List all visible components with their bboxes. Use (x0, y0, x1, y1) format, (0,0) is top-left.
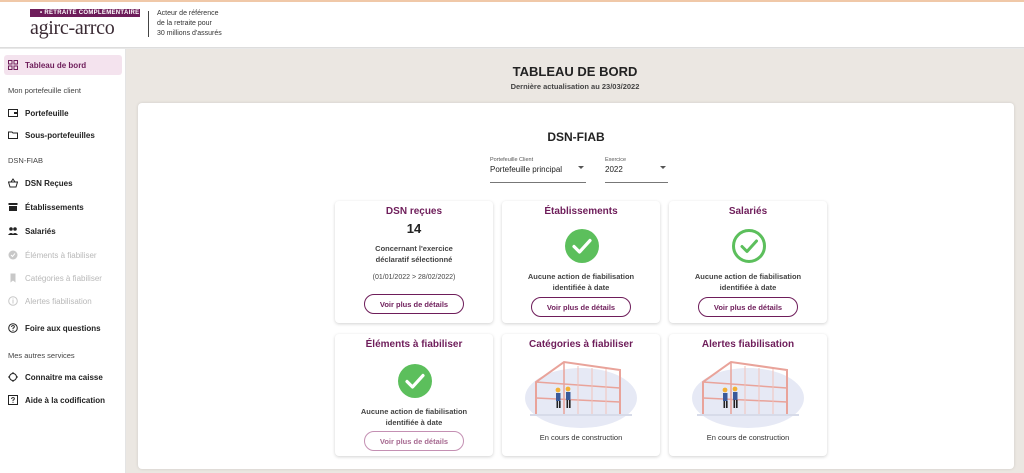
chevron-down-icon (660, 166, 666, 169)
dsn-count: 14 (406, 221, 422, 236)
year-select-label: Exercice (605, 157, 627, 163)
card-text: Aucune action de fiabilisation identifié… (683, 271, 813, 293)
establishments-details-button[interactable]: Voir plus de détails (531, 297, 631, 317)
sidebar-item-label: Éléments à fiabiliser (25, 250, 97, 260)
tagline: Acteur de référence de la retraite pour … (157, 9, 247, 39)
sidebar-item-alerts[interactable]: Alertes fiabilisation (4, 291, 122, 311)
wallet-icon (8, 109, 18, 117)
portfolio-select-value: Portefeuille principal (490, 165, 563, 174)
card-text-line-1: Aucune action de fiabilisation (694, 272, 802, 281)
sidebar-item-dsn-received[interactable]: DSN Reçues (4, 173, 122, 193)
sidebar-section-services: Mes autres services (8, 351, 75, 360)
card-title: Établissements (544, 206, 618, 217)
card-establishments: Établissements Aucune action de fiabilis… (502, 201, 660, 323)
sidebar-item-label: Catégories à fiabiliser (25, 273, 102, 283)
sidebar-item-label: DSN Reçues (25, 178, 73, 188)
dsn-fiab-panel: DSN-FIAB Portefeuille Client Portefeuill… (138, 103, 1014, 469)
sidebar-section-portfolio: Mon portefeuille client (8, 86, 81, 95)
card-text-line-2: déclaratif sélectionné (375, 255, 453, 264)
card-title: DSN reçues (385, 206, 443, 217)
construction-illustration (692, 360, 804, 428)
date-range: (01/01/2022 > 28/02/2022) (372, 274, 456, 281)
sidebar-item-establishments[interactable]: Établissements (4, 197, 122, 217)
logo-band: • RETRAITE COMPLÉMENTAIRE (30, 9, 140, 17)
page-title: TABLEAU DE BORD (512, 64, 638, 79)
tagline-line-3: 30 millions d'assurés (157, 30, 222, 37)
sidebar: Tableau de bord Mon portefeuille client … (0, 49, 126, 473)
agirc-arrco-logo[interactable]: • RETRAITE COMPLÉMENTAIRE agirc-arrco (30, 9, 140, 38)
sidebar-item-label: Foire aux questions (25, 323, 101, 333)
sidebar-item-categories[interactable]: Catégories à fiabiliser (4, 268, 122, 288)
card-title: Salariés (728, 206, 768, 217)
card-text-line-2: identifiée à date (385, 418, 443, 427)
sidebar-item-elements[interactable]: Éléments à fiabiliser (4, 245, 122, 265)
panel-title: DSN-FIAB (547, 130, 605, 144)
app-header: • RETRAITE COMPLÉMENTAIRE agirc-arrco Ac… (0, 2, 1024, 48)
sidebar-item-coding-help[interactable]: Aide à la codification (4, 390, 122, 410)
sidebar-item-label: Portefeuille (25, 108, 69, 118)
sidebar-item-dashboard[interactable]: Tableau de bord (4, 55, 122, 75)
check-circle-icon (565, 229, 599, 263)
folder-icon (8, 131, 18, 139)
card-text-line-1: Aucune action de fiabilisation (527, 272, 635, 281)
last-update: Dernière actualisation au 23/03/2022 (510, 82, 640, 91)
sidebar-item-label: Connaitre ma caisse (25, 372, 103, 382)
card-title: Éléments à fiabiliser (365, 339, 463, 350)
main-content: TABLEAU DE BORD Dernière actualisation a… (126, 49, 1024, 473)
card-elements: Éléments à fiabiliser Aucune action de f… (335, 334, 493, 456)
card-text-line-2: identifiée à date (719, 283, 777, 292)
logo-separator (148, 11, 149, 37)
employees-details-button[interactable]: Voir plus de détails (698, 297, 798, 317)
help-icon (8, 323, 18, 333)
check-circle-outline-icon (732, 229, 766, 263)
tagline-line-1: Acteur de référence (157, 10, 219, 17)
card-text-line-1: Concernant l'exercice (375, 244, 453, 253)
sidebar-item-label: Aide à la codification (25, 395, 106, 405)
card-text: Concernant l'exercice déclaratif sélecti… (349, 243, 479, 265)
card-title: Catégories à fiabiliser (529, 339, 633, 350)
info-icon (8, 296, 18, 306)
bookmark-icon (10, 273, 16, 283)
card-categories: Catégories à fiabiliser En cours de cons… (502, 334, 660, 456)
tagline-line-2: de la retraite pour (157, 20, 212, 27)
sidebar-item-employees[interactable]: Salariés (4, 221, 122, 241)
construction-status: En cours de construction (539, 433, 623, 442)
sidebar-item-portfolio[interactable]: Portefeuille (4, 103, 122, 123)
card-title: Alertes fiabilisation (701, 339, 795, 350)
basket-icon (8, 178, 18, 188)
card-text-line-1: Aucune action de fiabilisation (360, 407, 468, 416)
grid-icon (8, 60, 18, 70)
sidebar-item-sub-portfolios[interactable]: Sous-portefeuilles (4, 125, 122, 145)
sidebar-item-label: Salariés (25, 226, 56, 236)
construction-status: En cours de construction (706, 433, 790, 442)
card-text: Aucune action de fiabilisation identifié… (516, 271, 646, 293)
card-text: Aucune action de fiabilisation identifié… (349, 406, 479, 428)
card-employees: Salariés Aucune action de fiabilisation … (669, 201, 827, 323)
store-icon (8, 203, 18, 211)
sidebar-item-faq[interactable]: Foire aux questions (4, 318, 122, 338)
target-icon (8, 372, 18, 382)
portfolio-select-label: Portefeuille Client (490, 157, 534, 163)
sidebar-item-know-fund[interactable]: Connaitre ma caisse (4, 367, 122, 387)
elements-details-button[interactable]: Voir plus de détails (364, 431, 464, 451)
card-dsn-received: DSN reçues 14 Concernant l'exercice décl… (335, 201, 493, 323)
check-circle-icon (398, 364, 432, 398)
card-text-line-2: identifiée à date (552, 283, 610, 292)
sidebar-item-label: Établissements (25, 202, 84, 212)
sidebar-item-label: Sous-portefeuilles (25, 130, 95, 140)
sidebar-item-label: Tableau de bord (25, 60, 87, 70)
portfolio-select[interactable]: Portefeuille Client Portefeuille princip… (490, 157, 586, 183)
help-square-icon (8, 395, 18, 405)
dsn-details-button[interactable]: Voir plus de détails (364, 294, 464, 314)
logo-wordmark: agirc-arrco (30, 17, 115, 39)
year-select-value: 2022 (605, 165, 623, 174)
chevron-down-icon (578, 166, 584, 169)
construction-illustration (525, 360, 637, 428)
card-alerts: Alertes fiabilisation En cours de constr… (669, 334, 827, 456)
sidebar-item-label: Alertes fiabilisation (25, 296, 92, 306)
year-select[interactable]: Exercice 2022 (605, 157, 668, 183)
check-circle-icon (8, 250, 18, 260)
people-icon (8, 227, 18, 235)
sidebar-section-dsn: DSN-FIAB (8, 156, 44, 165)
